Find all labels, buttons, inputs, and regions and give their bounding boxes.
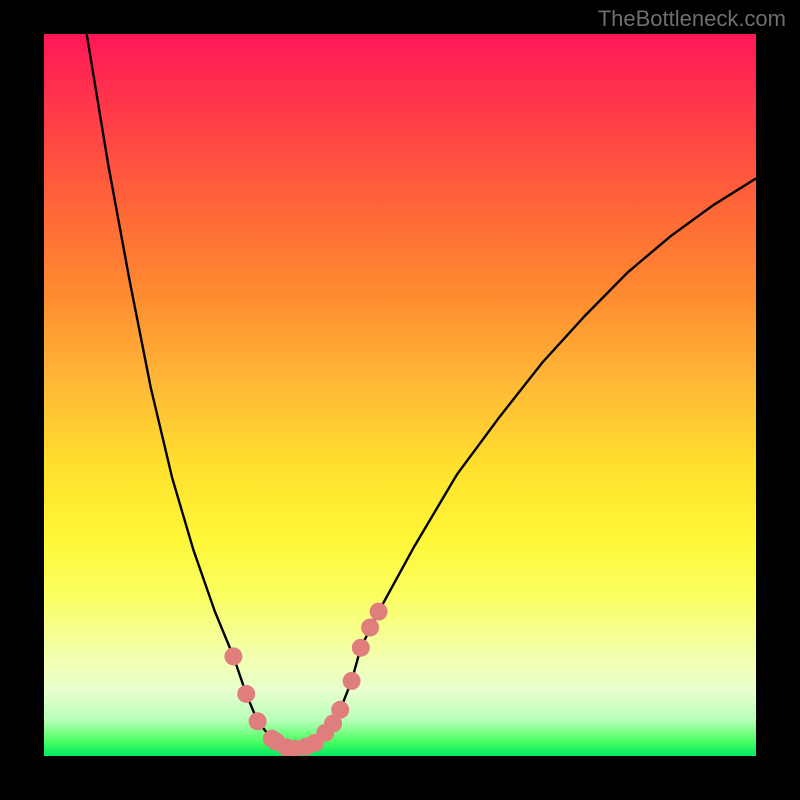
bottleneck-curve: [87, 34, 756, 749]
chart-marker: [331, 701, 349, 719]
chart-marker: [361, 619, 379, 637]
chart-marker: [370, 603, 388, 621]
chart-marker: [224, 647, 242, 665]
watermark-label: TheBottleneck.com: [598, 6, 786, 32]
chart-frame: TheBottleneck.com: [0, 0, 800, 800]
plot-area: [44, 34, 756, 756]
chart-marker: [352, 639, 370, 657]
chart-marker: [343, 672, 361, 690]
chart-svg: [44, 34, 756, 756]
chart-marker: [249, 712, 267, 730]
chart-marker: [237, 685, 255, 703]
chart-markers: [224, 603, 387, 756]
